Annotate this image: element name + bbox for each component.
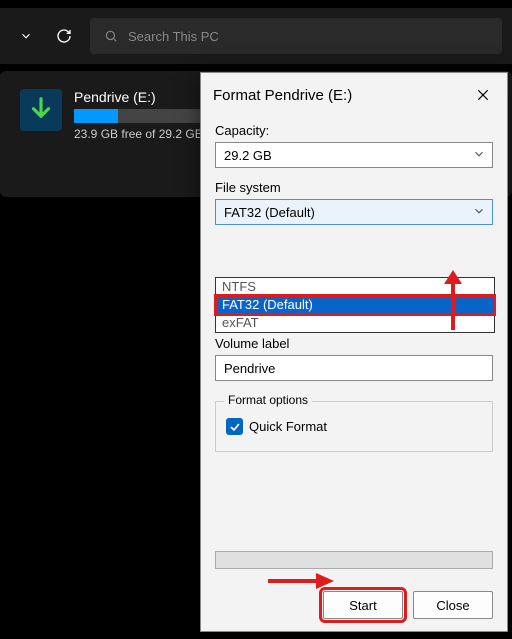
refresh-button[interactable] [48, 16, 80, 56]
capacity-value: 29.2 GB [224, 148, 272, 163]
filesystem-dropdown: NTFS FAT32 (Default) exFAT [215, 277, 495, 333]
search-icon [104, 29, 118, 43]
volume-label-input[interactable]: Pendrive [215, 355, 493, 381]
format-dialog: Format Pendrive (E:) Capacity: 29.2 GB F… [200, 72, 508, 632]
volume-label-value: Pendrive [224, 361, 275, 376]
format-progress [215, 551, 493, 569]
fs-option-ntfs[interactable]: NTFS [216, 278, 494, 296]
format-options-group: Format options Quick Format [215, 401, 493, 452]
dialog-footer: Start Close [201, 579, 507, 631]
filesystem-value: FAT32 (Default) [224, 205, 315, 220]
filesystem-label: File system [215, 180, 493, 195]
start-button[interactable]: Start [323, 591, 403, 619]
capacity-label: Capacity: [215, 123, 493, 138]
search-placeholder: Search This PC [128, 29, 219, 44]
dialog-title: Format Pendrive (E:) [213, 87, 352, 104]
back-button[interactable] [10, 16, 42, 56]
chevron-down-icon [472, 204, 486, 218]
fs-option-fat32[interactable]: FAT32 (Default) [216, 296, 494, 314]
explorer-toolbar: Search This PC [0, 8, 512, 65]
quick-format-label: Quick Format [249, 419, 327, 434]
format-options-caption: Format options [224, 393, 312, 407]
close-button[interactable]: Close [413, 591, 493, 619]
volume-label-caption: Volume label [215, 336, 493, 351]
quick-format-checkbox[interactable] [226, 418, 243, 435]
filesystem-select[interactable]: FAT32 (Default) [215, 199, 493, 225]
search-box[interactable]: Search This PC [90, 18, 502, 54]
close-icon[interactable] [471, 83, 495, 107]
chevron-down-icon [472, 147, 486, 161]
fs-option-exfat[interactable]: exFAT [216, 314, 494, 332]
capacity-select[interactable]: 29.2 GB [215, 142, 493, 168]
pendrive-icon[interactable] [20, 89, 62, 131]
